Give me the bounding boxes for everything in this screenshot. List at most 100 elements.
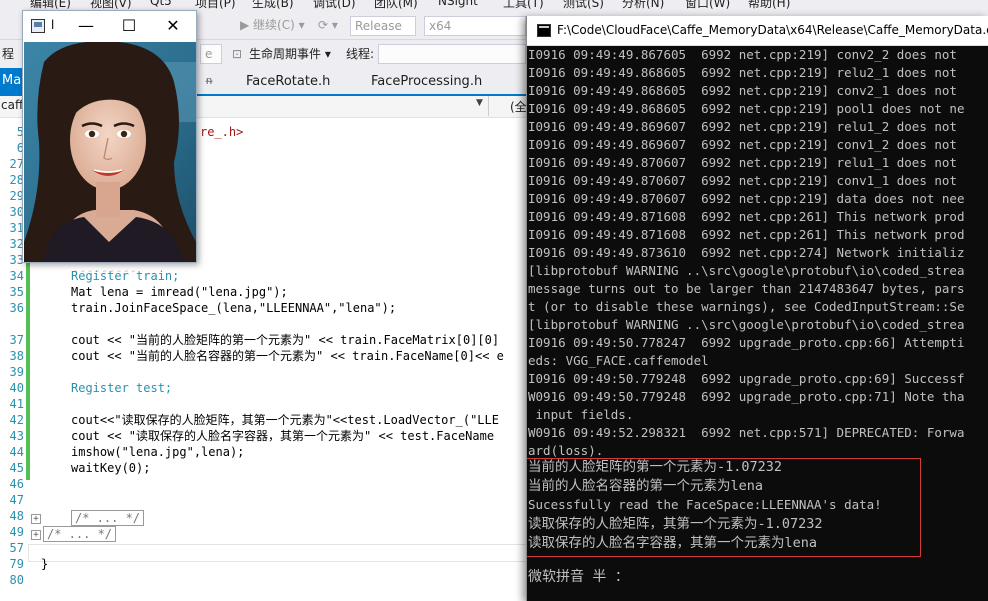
console-line: I0916 09:49:49.869607 6992 net.cpp:219] … xyxy=(528,137,957,152)
line-number: 29 xyxy=(9,189,24,203)
console-app-icon xyxy=(537,24,551,37)
console-line: W0916 09:49:52.298321 6992 net.cpp:571] … xyxy=(528,425,965,440)
line-number: 40 xyxy=(9,381,24,395)
code-line-42: cout<<"读取保存的人脸矩阵，其第一个元素为"<<test.LoadVect… xyxy=(71,413,499,427)
console-line: [libprotobuf WARNING ..\src\google\proto… xyxy=(528,317,965,332)
code-line-37: cout << "当前的人脸矩阵的第一个元素为" << train.FaceMa… xyxy=(71,333,500,347)
line-number: 30 xyxy=(9,205,24,219)
menu-test[interactable]: 测试(S) xyxy=(563,0,604,10)
line-number: 31 xyxy=(9,221,24,235)
portrait-photo xyxy=(24,42,196,262)
window-app-icon xyxy=(31,19,45,33)
thread-select[interactable] xyxy=(378,44,526,64)
expand-icon[interactable]: + xyxy=(31,514,41,524)
console-line: message turns out to be larger than 2147… xyxy=(528,281,965,296)
chevron-down-icon[interactable]: ▼ xyxy=(476,98,483,108)
ime-status: 微软拼音 半 ： xyxy=(528,569,629,585)
line-number: 39 xyxy=(9,365,24,379)
process-label: 程 xyxy=(2,47,15,61)
console-line: I0916 09:49:50.778247 6992 upgrade_proto… xyxy=(528,335,965,350)
code-line-80: } xyxy=(41,557,49,571)
maximize-button[interactable]: ☐ xyxy=(109,11,149,41)
lifecycle-icon[interactable]: ⊡ xyxy=(232,45,242,63)
image-window-titlebar[interactable]: l — ☐ ✕ xyxy=(23,11,196,41)
menu-qt5[interactable]: Qt5 xyxy=(150,0,172,8)
configuration-select[interactable]: Release xyxy=(350,16,416,36)
console-title: F:\Code\CloudFace\Caffe_MemoryData\x64\R… xyxy=(557,23,988,37)
menu-build[interactable]: 生成(B) xyxy=(252,0,294,10)
code-line-35: Mat lena = imread("lena.jpg"); xyxy=(71,285,288,299)
line-number: 38 xyxy=(9,349,24,363)
menu-tools[interactable]: 工具(T) xyxy=(503,0,544,10)
tab-facerotate[interactable]: FaceRotate.h xyxy=(246,74,330,89)
line-number: 5 xyxy=(16,125,24,139)
thread-label: 线程: xyxy=(346,47,375,61)
line-number: 43 xyxy=(9,429,24,443)
code-line-44: imshow("lena.jpg",lena); xyxy=(71,445,245,459)
collapsed-block[interactable]: /* ... */ xyxy=(43,526,117,542)
menu-edit[interactable]: 编辑(E) xyxy=(30,0,71,10)
scope-divider xyxy=(488,96,489,116)
result-line: 当前的人脸名容器的第一个元素为lena xyxy=(528,478,764,494)
console-line: t (or to disable these warnings), see Co… xyxy=(528,299,965,314)
code-line-43: cout << "读取保存的人脸名字容器，其第一个元素为" << test.Fa… xyxy=(71,429,495,443)
change-marker xyxy=(26,258,30,480)
console-line: I0916 09:49:49.871608 6992 net.cpp:261] … xyxy=(528,227,965,242)
menu-nsight[interactable]: NSight xyxy=(438,0,478,8)
line-number: 36 xyxy=(9,301,24,315)
line-number: 35 xyxy=(9,285,24,299)
menu-debug[interactable]: 调试(D) xyxy=(313,0,356,10)
code-line-5: re_.h> xyxy=(200,125,244,139)
image-window[interactable]: l — ☐ ✕ xyxy=(22,10,197,263)
code-line-34: Register train; xyxy=(71,269,180,283)
tab-faceprocessing[interactable]: FaceProcessing.h xyxy=(371,74,482,89)
line-number: 49 xyxy=(9,525,24,539)
lifecycle-events-dropdown[interactable]: 生命周期事件 ▾ xyxy=(249,45,331,63)
console-line: I0916 09:49:49.868605 6992 net.cpp:219] … xyxy=(528,83,957,98)
result-line: 当前的人脸矩阵的第一个元素为-1.07232 xyxy=(528,459,783,475)
line-number: 80 xyxy=(9,573,24,587)
console-window[interactable]: F:\Code\CloudFace\Caffe_MemoryData\x64\R… xyxy=(526,16,988,601)
console-line: input fields. xyxy=(528,407,634,422)
code-line-36: train.JoinFaceSpace_(lena,"LLEENNAA","le… xyxy=(71,301,397,315)
close-button[interactable]: ✕ xyxy=(153,11,193,41)
expand-icon[interactable]: + xyxy=(31,530,41,540)
console-line: W0916 09:49:50.779248 6992 upgrade_proto… xyxy=(528,389,965,404)
line-number: 6 xyxy=(16,141,24,155)
console-line: I0916 09:49:49.870607 6992 net.cpp:219] … xyxy=(528,191,965,206)
menu-bar: 编辑(E) 视图(V) Qt5 项目(P) 生成(B) 调试(D) 团队(M) … xyxy=(0,0,988,10)
result-line: 读取保存的人脸名字容器，其第一个元素为lena xyxy=(528,535,818,551)
menu-view[interactable]: 视图(V) xyxy=(90,0,132,10)
line-number: 33 xyxy=(9,253,24,267)
code-line-45: waitKey(0); xyxy=(71,461,151,475)
menu-window[interactable]: 窗口(W) xyxy=(685,0,730,10)
menu-help[interactable]: 帮助(H) xyxy=(748,0,790,10)
line-number: 44 xyxy=(9,445,24,459)
menu-team[interactable]: 团队(M) xyxy=(374,0,418,10)
pin-icon[interactable]: ᵰ xyxy=(206,74,212,87)
console-titlebar[interactable]: F:\Code\CloudFace\Caffe_MemoryData\x64\R… xyxy=(527,16,988,46)
line-number: 48 xyxy=(9,509,24,523)
displayed-image xyxy=(24,42,196,262)
console-line: I0916 09:49:49.867605 6992 net.cpp:219] … xyxy=(528,47,957,62)
refresh-icon[interactable]: ⟳ ▾ xyxy=(318,16,338,34)
menu-analyze[interactable]: 分析(N) xyxy=(622,0,664,10)
scope-member[interactable]: (全 xyxy=(510,98,527,115)
console-line: I0916 09:49:49.868605 6992 net.cpp:219] … xyxy=(528,65,957,80)
code-line-38: cout << "当前的人脸名容器的第一个元素为" << train.FaceN… xyxy=(71,349,504,363)
minimize-button[interactable]: — xyxy=(66,11,106,41)
continue-button[interactable]: ▶ 继续(C) ▾ xyxy=(240,16,305,34)
platform-select[interactable]: x64 xyxy=(424,16,526,36)
line-number: 27 xyxy=(9,157,24,171)
thread-combo[interactable]: e xyxy=(200,44,222,64)
console-line: I0916 09:49:49.870607 6992 net.cpp:219] … xyxy=(528,155,957,170)
menu-project[interactable]: 项目(P) xyxy=(195,0,236,10)
console-output[interactable]: I0916 09:49:49.867605 6992 net.cpp:219] … xyxy=(527,46,988,601)
current-line-highlight xyxy=(28,544,528,562)
console-line: I0916 09:49:49.873610 6992 net.cpp:274] … xyxy=(528,245,965,260)
line-number: 28 xyxy=(9,173,24,187)
result-line: 读取保存的人脸矩阵，其第一个元素为-1.07232 xyxy=(528,516,823,532)
console-line: [libprotobuf WARNING ..\src\google\proto… xyxy=(528,263,965,278)
collapsed-block[interactable]: /* ... */ xyxy=(71,510,145,526)
image-window-title: l xyxy=(51,18,55,32)
